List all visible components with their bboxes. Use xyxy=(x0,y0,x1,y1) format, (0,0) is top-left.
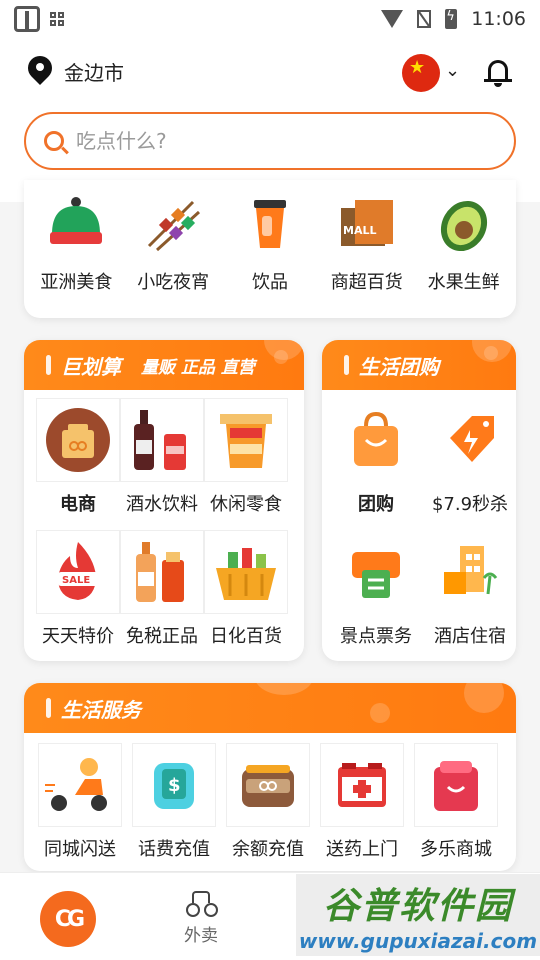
svg-text:MALL: MALL xyxy=(343,224,376,237)
search-bar[interactable] xyxy=(24,112,516,170)
promo-item-daily-deals[interactable]: SALE 天天特价 xyxy=(36,530,120,648)
category-drinks[interactable]: 饮品 xyxy=(224,194,316,294)
services-header[interactable]: 生活服务 xyxy=(24,683,516,733)
services-title: 生活服务 xyxy=(61,697,141,722)
wallet-icon xyxy=(242,765,294,807)
promo-title: 巨划算 xyxy=(61,354,121,379)
location-pin-icon xyxy=(28,56,52,86)
group-title: 生活团购 xyxy=(359,354,439,379)
wifi-icon xyxy=(381,10,404,28)
tile-label: $7.9秒杀 xyxy=(431,494,509,515)
watermark-title: 谷普软件园 xyxy=(322,886,513,927)
tile-label: 余额充值 xyxy=(232,839,304,860)
service-item-mall[interactable]: 多乐商城 xyxy=(414,743,498,861)
service-item-delivery[interactable]: 同城闪送 xyxy=(38,743,122,861)
skewers-icon xyxy=(148,200,201,252)
hotel-icon xyxy=(444,546,498,595)
service-item-balance-topup[interactable]: 余额充值 xyxy=(226,743,310,861)
category-card: 亚洲美食 小吃夜宵 饮品 MALL 商超百货 水果生鲜 xyxy=(24,180,516,318)
category-asian-food[interactable]: 亚洲美食 xyxy=(30,194,122,294)
category-mall[interactable]: MALL 商超百货 xyxy=(321,194,413,294)
group-buy-card: 生活团购 团购 $7.9秒杀 景点票务 酒店住宿 xyxy=(322,340,516,661)
tile-label: 日化百货 xyxy=(210,626,282,647)
ticket-icon xyxy=(352,552,400,598)
category-fruit[interactable]: 水果生鲜 xyxy=(418,194,510,294)
tile-label: 酒店住宿 xyxy=(434,626,506,647)
mall-icon: MALL xyxy=(340,200,393,246)
service-item-medicine[interactable]: 送药上门 xyxy=(320,743,404,861)
shopping-basket-icon xyxy=(216,548,276,600)
category-snacks[interactable]: 小吃夜宵 xyxy=(127,194,219,294)
services-card: 生活服务 同城闪送 $ 话费充值 余额充值 送药上门 多乐商城 xyxy=(24,683,516,871)
watermark-url: www.gupuxiazai.com xyxy=(298,929,538,953)
tile-label: 免税正品 xyxy=(126,626,198,647)
delivery-bike-icon xyxy=(186,887,218,917)
shopping-bag-icon xyxy=(354,411,398,466)
tile-label: 多乐商城 xyxy=(420,839,492,860)
sale-flame-icon: SALE xyxy=(58,542,98,600)
tile-label: 团购 xyxy=(358,494,394,515)
group-item-tickets[interactable]: 景点票务 xyxy=(334,530,418,648)
promo-subtitle: 量贩 正品 直营 xyxy=(141,357,255,378)
group-item-flash-sale[interactable]: $7.9秒杀 xyxy=(428,398,512,516)
watermark: 谷普软件园 www.gupuxiazai.com xyxy=(296,874,540,956)
no-sim-icon xyxy=(417,10,432,28)
promo-item-ecommerce[interactable]: 电商 xyxy=(36,398,120,516)
promo-item-duty-free[interactable]: 免税正品 xyxy=(120,530,204,648)
china-flag-icon[interactable] xyxy=(402,54,440,92)
avocado-icon xyxy=(440,200,487,252)
tile-label: 电商 xyxy=(60,494,96,515)
svg-text:$: $ xyxy=(168,775,181,796)
gift-bag-icon xyxy=(434,761,478,811)
tile-label: 景点票务 xyxy=(340,626,412,647)
svg-text:SALE: SALE xyxy=(62,575,90,586)
category-label: 商超百货 xyxy=(330,272,403,293)
scooter-icon xyxy=(45,758,107,811)
service-item-phone-topup[interactable]: $ 话费充值 xyxy=(132,743,216,861)
location-selector[interactable]: 金边市 xyxy=(28,56,124,86)
group-item-hotel[interactable]: 酒店住宿 xyxy=(428,530,512,648)
group-item-groupbuy[interactable]: 团购 xyxy=(334,398,418,516)
medicine-kit-icon xyxy=(338,763,386,807)
battery-charging-icon xyxy=(445,9,458,29)
status-bar: 11:06 xyxy=(0,0,540,38)
bell-icon[interactable] xyxy=(484,56,512,88)
promo-item-beverages[interactable]: 酒水饮料 xyxy=(120,398,204,516)
dish-cover-icon xyxy=(50,197,103,244)
tile-label: 送药上门 xyxy=(326,839,398,860)
tile-label: 休闲零食 xyxy=(210,494,282,515)
grid-notification-icon xyxy=(50,12,64,26)
chevron-down-icon[interactable]: ⌄ xyxy=(445,60,460,81)
category-label: 水果生鲜 xyxy=(427,272,500,293)
search-icon xyxy=(44,131,64,151)
tile-label: 天天特价 xyxy=(42,626,114,647)
wine-bottle-icon xyxy=(134,410,186,470)
home-logo-icon[interactable]: CG xyxy=(40,891,96,947)
promo-item-household[interactable]: 日化百货 xyxy=(204,530,288,648)
tile-label: 酒水饮料 xyxy=(126,494,198,515)
search-input[interactable] xyxy=(76,129,456,153)
status-time: 11:06 xyxy=(471,8,526,30)
noodles-icon xyxy=(220,414,272,468)
promo-card: 巨划算 量贩 正品 直营 电商 酒水饮料 休闲零食 SALE 天天特价 免税正品… xyxy=(24,340,304,661)
tile-label: 同城闪送 xyxy=(44,839,116,860)
flash-tag-icon xyxy=(450,416,494,462)
category-label: 亚洲美食 xyxy=(40,272,113,293)
category-label: 饮品 xyxy=(251,272,288,293)
category-label: 小吃夜宵 xyxy=(137,272,210,293)
promo-item-snacks[interactable]: 休闲零食 xyxy=(204,398,288,516)
ecommerce-bag-icon xyxy=(46,408,110,472)
duty-free-bottles-icon xyxy=(136,542,184,602)
phone-topup-icon: $ xyxy=(154,763,194,809)
tile-label: 话费充值 xyxy=(138,839,210,860)
nav-label: 外卖 xyxy=(184,926,218,946)
group-header[interactable]: 生活团购 xyxy=(322,340,516,390)
drink-cup-icon xyxy=(253,200,286,248)
city-label: 金边市 xyxy=(64,60,124,85)
nav-item-takeout[interactable]: 外卖 xyxy=(184,887,218,946)
app-notification-icon xyxy=(14,6,40,32)
promo-header[interactable]: 巨划算 量贩 正品 直营 xyxy=(24,340,304,390)
header: 金边市 ⌄ xyxy=(0,38,540,202)
